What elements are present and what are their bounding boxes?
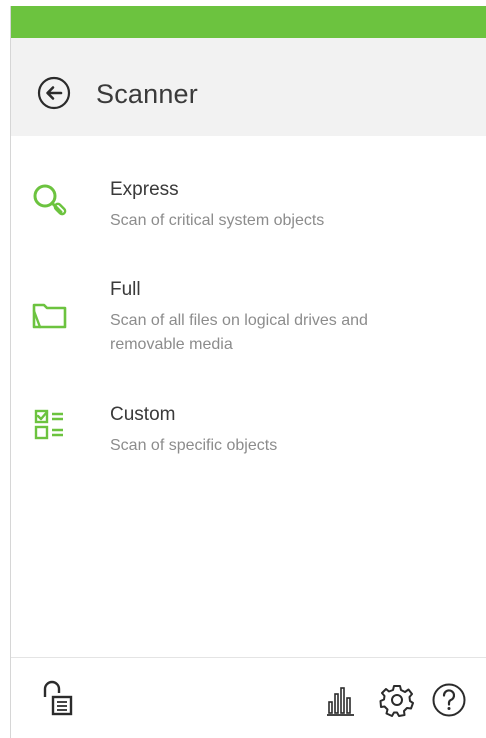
unlocked-padlock-icon [43, 680, 73, 716]
back-button[interactable] [37, 76, 71, 110]
help-button[interactable] [431, 682, 467, 718]
scan-option-full[interactable]: Full Scan of all files on logical drives… [11, 279, 486, 359]
app-window: Scanner Express Scan of critical system … [10, 6, 486, 738]
folder-icon [31, 297, 71, 337]
help-icon [432, 683, 466, 717]
scan-option-name: Express [110, 179, 179, 200]
settings-gear-icon [379, 685, 414, 717]
page-title: Scanner [96, 79, 198, 109]
footer-divider [11, 657, 486, 658]
scan-option-name: Custom [110, 404, 176, 425]
arrow-left-circle-icon [37, 76, 71, 110]
statistics-icon [327, 687, 354, 716]
page-header: Scanner [11, 38, 486, 136]
scan-option-description: Scan of all files on logical drives and … [110, 312, 368, 353]
magnifier-icon [31, 181, 71, 221]
scan-option-description: Scan of specific objects [110, 437, 278, 454]
reports-button[interactable] [324, 684, 358, 718]
scan-option-name: Full [110, 279, 141, 300]
top-status-bar [11, 6, 486, 38]
license-lock-button[interactable] [39, 679, 79, 719]
checklist-icon [31, 406, 71, 446]
scan-option-custom[interactable]: Custom Scan of specific objects [11, 404, 486, 464]
scan-option-description: Scan of critical system objects [110, 212, 325, 229]
settings-button[interactable] [379, 682, 415, 718]
scan-option-express[interactable]: Express Scan of critical system objects [11, 179, 486, 239]
